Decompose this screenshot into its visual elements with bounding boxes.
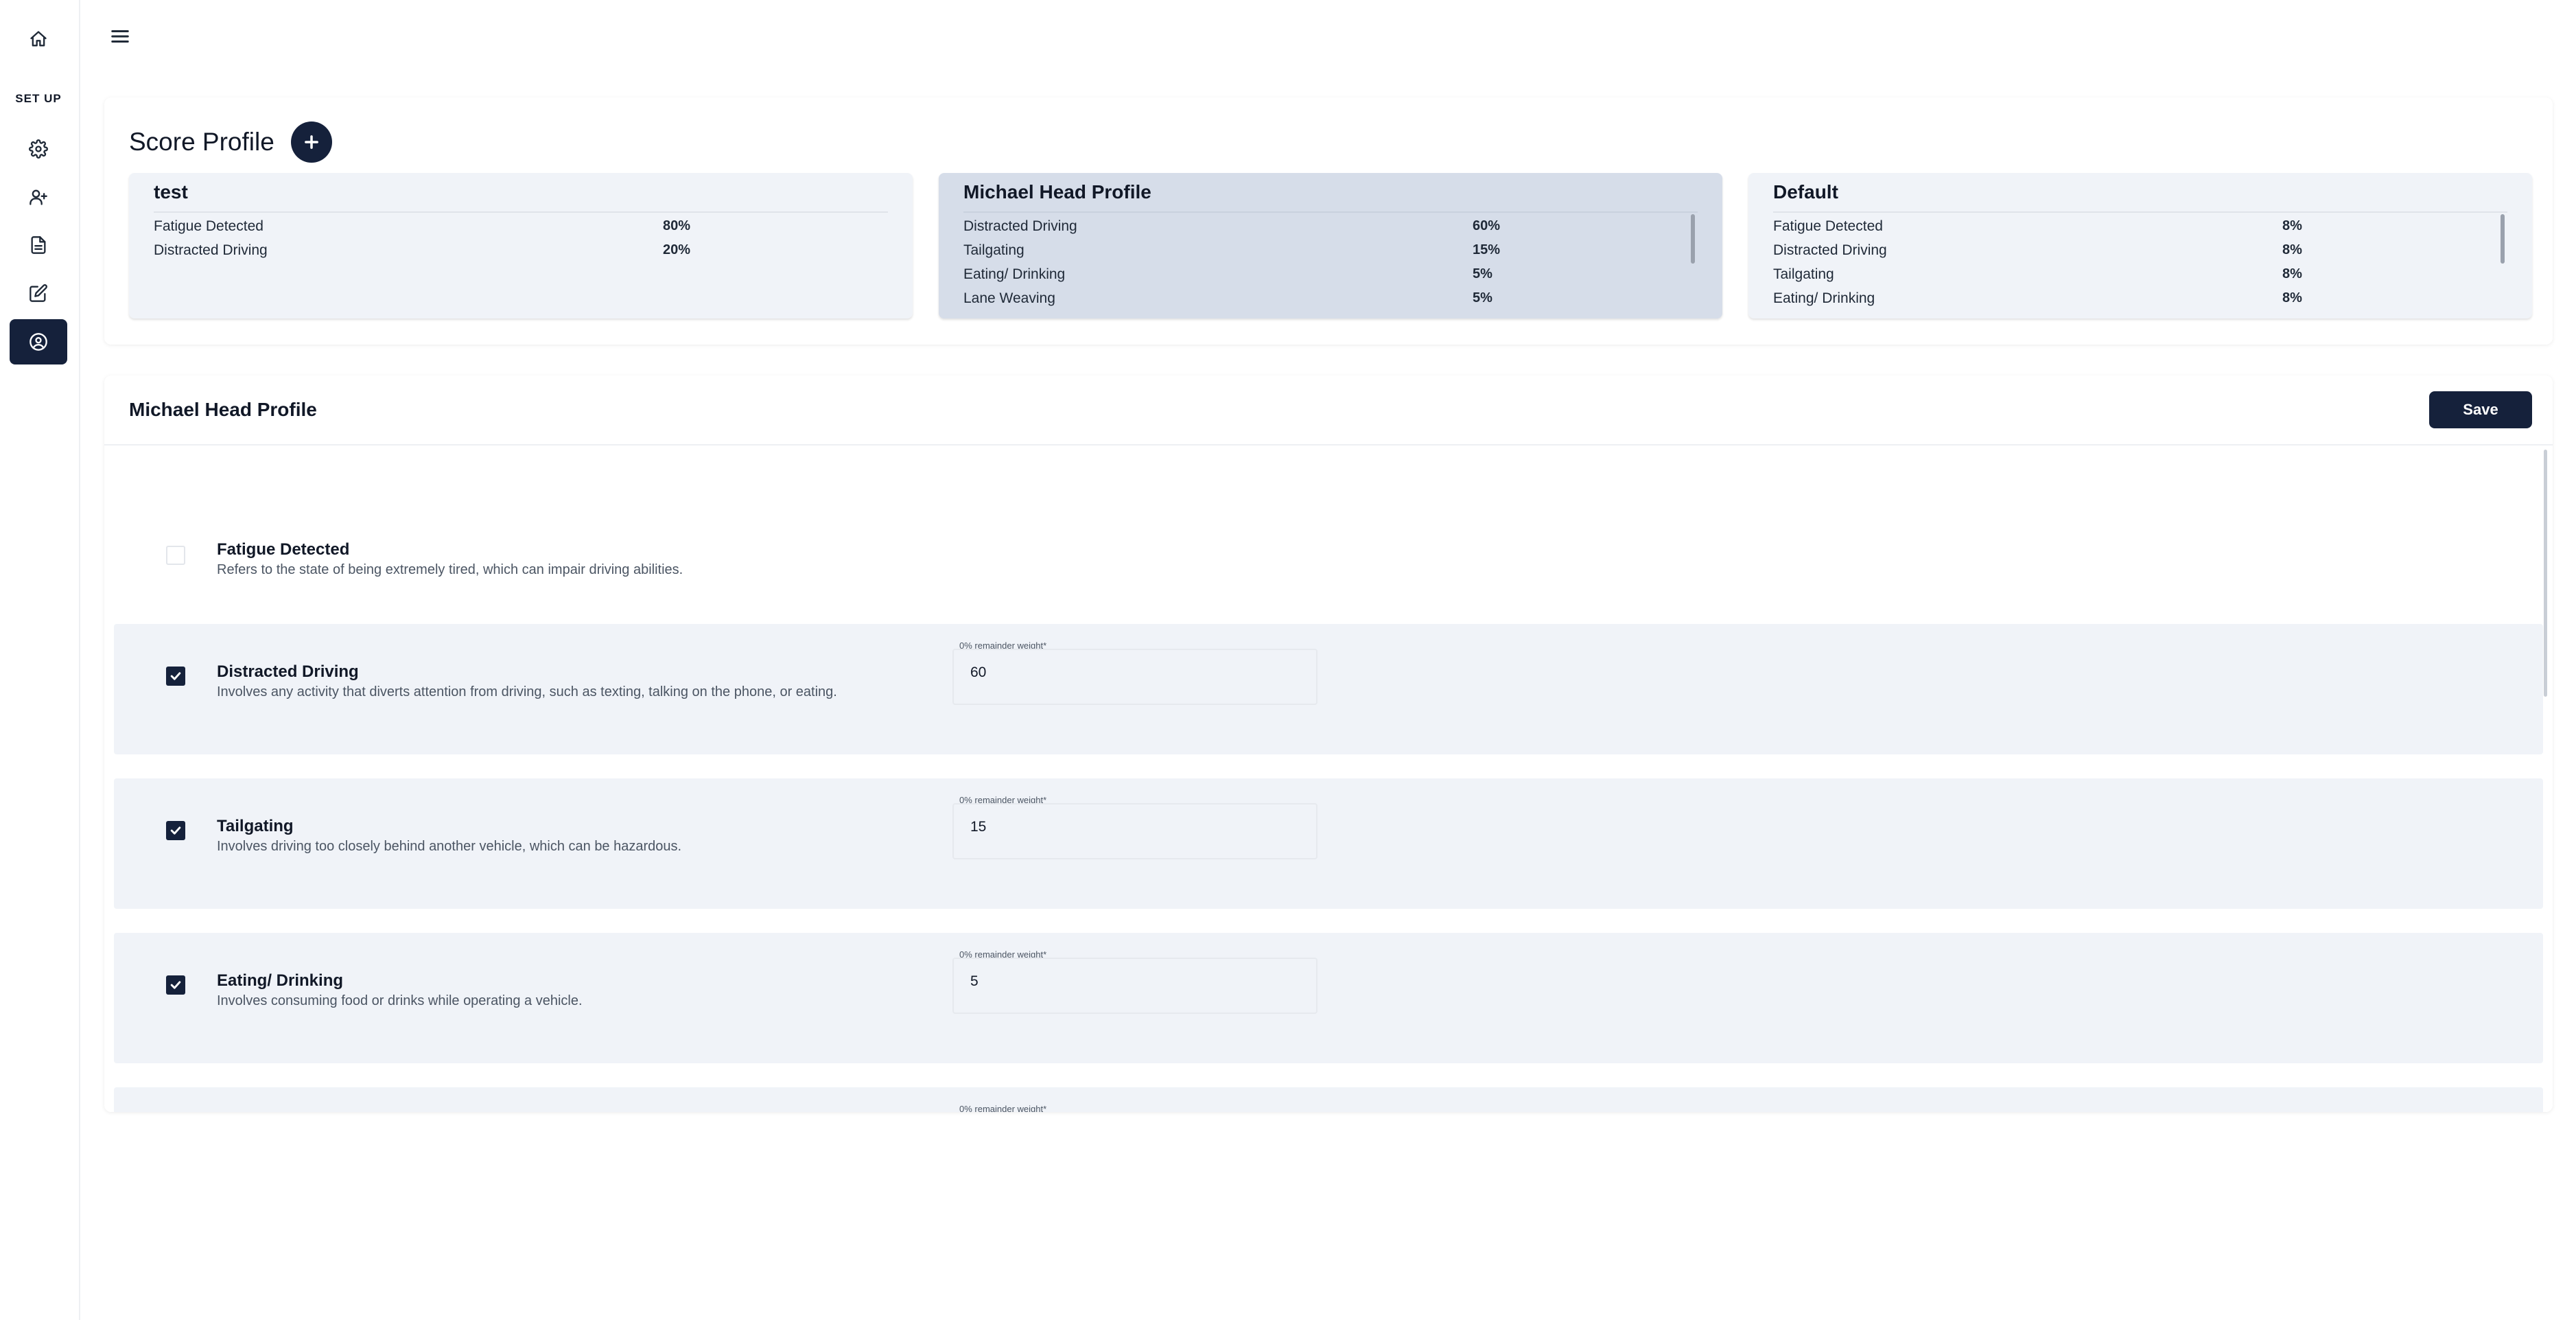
behavior-weight: 80% — [663, 218, 691, 233]
behavior-weight: 8% — [2282, 218, 2302, 233]
behavior-weight: 5% — [1473, 266, 1492, 281]
behavior-description: Refers to the state of being extremely t… — [217, 562, 683, 577]
add-user-icon — [30, 189, 47, 205]
gear-icon — [29, 139, 48, 159]
distracted-driving-weight-input[interactable] — [969, 664, 1301, 682]
weight-field — [952, 958, 1318, 1014]
check-icon — [170, 826, 181, 835]
behavior-name: Tailgating — [217, 817, 294, 835]
tile-scrollbar[interactable] — [2501, 214, 2505, 264]
weight-field-label: 0% remainder weight* — [959, 1104, 1047, 1112]
behavior-name: Eating/ Drinking — [217, 971, 344, 990]
divider — [1773, 211, 2507, 213]
profile-weight-row: Distracted Driving 60% — [963, 218, 1698, 242]
behavior-weight: 20% — [663, 242, 691, 257]
profile-weights: Fatigue Detected 8% Distracted Driving 8… — [1773, 218, 2507, 314]
behavior-row-distracted-driving: Distracted Driving Involves any activity… — [114, 624, 2543, 754]
check-icon — [170, 981, 181, 989]
distracted-driving-checkbox[interactable] — [166, 667, 185, 686]
behavior-row-tailgating: Tailgating Involves driving too closely … — [114, 778, 2543, 909]
user-circle-icon — [30, 333, 47, 351]
editor-title: Michael Head Profile — [129, 399, 317, 420]
behavior-label: Fatigue Detected — [154, 218, 264, 234]
profile-weights: Distracted Driving 60% Tailgating 15% Ea… — [963, 218, 1698, 314]
sidebar-item-home[interactable] — [10, 16, 67, 62]
page-title: Score Profile — [129, 128, 274, 156]
profile-weight-row: Tailgating 15% — [963, 242, 1698, 266]
profile-tile-test[interactable]: test Fatigue Detected 80% Distracted Dri… — [129, 173, 913, 319]
divider — [104, 444, 2553, 445]
behavior-weight: 60% — [1473, 218, 1501, 233]
profile-name: test — [154, 181, 188, 202]
behavior-row-partial: 0% remainder weight* — [114, 1087, 2543, 1112]
behavior-description: Involves any activity that diverts atten… — [217, 684, 837, 699]
home-icon — [30, 31, 47, 47]
editor-scrollbar[interactable] — [2544, 450, 2547, 697]
edit-icon — [30, 284, 47, 302]
profile-weight-row: Fatigue Detected 80% — [154, 218, 888, 242]
divider — [154, 211, 888, 213]
behavior-weight: 8% — [2282, 266, 2302, 281]
behavior-weight: 8% — [2282, 290, 2302, 305]
behavior-label: Fatigue Detected — [1773, 218, 1883, 234]
profile-name: Michael Head Profile — [963, 181, 1151, 202]
eating-drinking-checkbox[interactable] — [166, 975, 185, 995]
profile-weight-row: Lane Weaving 5% — [963, 290, 1698, 314]
hamburger-menu-icon — [111, 30, 129, 43]
weight-field — [952, 803, 1318, 859]
sidebar-item-score-profile[interactable] — [10, 319, 67, 364]
behavior-label: Eating/ Drinking — [963, 266, 1066, 282]
sidebar-item-edit[interactable] — [10, 270, 67, 316]
behavior-label: Tailgating — [963, 242, 1024, 258]
sidebar-item-documents[interactable] — [10, 222, 67, 268]
profile-name: Default — [1773, 181, 1838, 202]
behavior-label: Distracted Driving — [963, 218, 1077, 234]
plus-icon — [305, 135, 318, 149]
profile-editor-card: Michael Head Profile Save Fatigue Detect… — [104, 375, 2553, 1112]
behavior-label: Eating/ Drinking — [1773, 290, 1875, 306]
behavior-weight: 15% — [1473, 242, 1501, 257]
sidebar: SET UP — [0, 0, 80, 1320]
profile-weight-row: Eating/ Drinking 8% — [1773, 290, 2507, 314]
behavior-label: Tailgating — [1773, 266, 1834, 282]
profile-weight-row: Fatigue Detected 8% — [1773, 218, 2507, 242]
tile-scrollbar[interactable] — [1691, 214, 1695, 264]
profile-tile-michael-head[interactable]: Michael Head Profile Distracted Driving … — [939, 173, 1722, 319]
profile-weight-row: Distracted Driving 20% — [154, 242, 888, 266]
tailgating-checkbox[interactable] — [166, 821, 185, 840]
eating-drinking-weight-input[interactable] — [969, 973, 1301, 991]
save-button[interactable]: Save — [2429, 391, 2532, 428]
profile-weight-row: Eating/ Drinking 5% — [963, 266, 1698, 290]
tailgating-weight-input[interactable] — [969, 818, 1301, 836]
behavior-description: Involves driving too closely behind anot… — [217, 839, 682, 854]
sidebar-item-settings[interactable] — [10, 126, 67, 172]
behavior-label: Distracted Driving — [154, 242, 268, 258]
score-profile-card: Score Profile test Fatigue Detected 80% … — [104, 97, 2553, 345]
behavior-description: Involves consuming food or drinks while … — [217, 993, 583, 1008]
check-icon — [170, 672, 181, 680]
behavior-name: Distracted Driving — [217, 662, 359, 681]
profile-weights: Fatigue Detected 80% Distracted Driving … — [154, 218, 888, 266]
profile-tile-default[interactable]: Default Fatigue Detected 8% Distracted D… — [1748, 173, 2532, 319]
behavior-label: Distracted Driving — [1773, 242, 1887, 258]
fatigue-detected-checkbox[interactable] — [166, 546, 185, 565]
behavior-weight: 5% — [1473, 290, 1492, 305]
behavior-row-eating-drinking: Eating/ Drinking Involves consuming food… — [114, 933, 2543, 1063]
document-icon — [31, 236, 46, 254]
profile-weight-row: Distracted Driving 8% — [1773, 242, 2507, 266]
divider — [963, 211, 1698, 213]
behavior-weight: 8% — [2282, 242, 2302, 257]
profile-weight-row: Tailgating 8% — [1773, 266, 2507, 290]
behavior-name: Fatigue Detected — [217, 540, 350, 559]
behavior-row-fatigue-detected: Fatigue Detected Refers to the state of … — [114, 472, 2543, 602]
behavior-label: Lane Weaving — [963, 290, 1055, 306]
add-profile-button[interactable] — [291, 121, 332, 163]
weight-field — [952, 649, 1318, 705]
setup-section-label: SET UP — [15, 92, 62, 105]
hamburger-menu-button[interactable] — [110, 26, 130, 47]
sidebar-item-add-user[interactable] — [10, 174, 67, 220]
